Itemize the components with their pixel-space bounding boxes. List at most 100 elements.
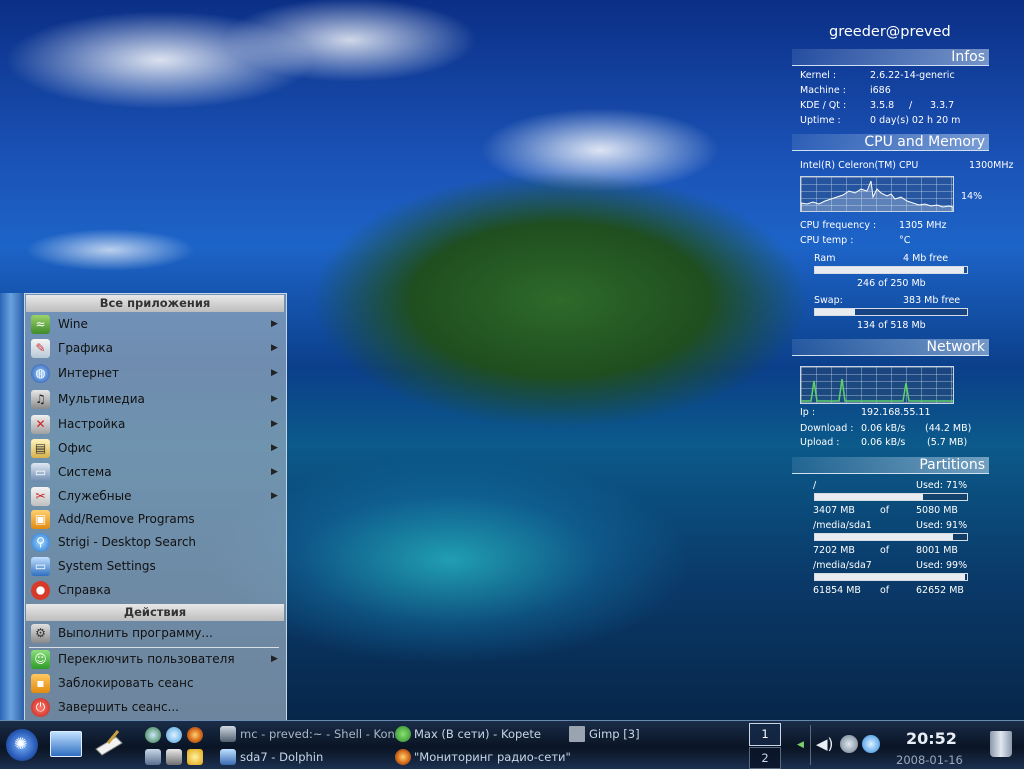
swap-usage-bar bbox=[814, 308, 968, 316]
menu-item-system[interactable]: ▭ Система ▶ bbox=[25, 461, 284, 484]
kmenu-button[interactable]: ✺ bbox=[6, 729, 38, 761]
quicklaunch-firefox-icon[interactable] bbox=[187, 727, 203, 743]
show-desktop-icon[interactable] bbox=[50, 731, 82, 757]
ram-free: 4 Mb free bbox=[903, 253, 949, 264]
desktop-pager-2[interactable]: 2 bbox=[749, 747, 781, 769]
system-settings-icon: ▭ bbox=[31, 557, 50, 576]
menu-item-label: Служебные bbox=[58, 489, 132, 503]
task-label: mc - preved:~ - Shell - Kons bbox=[240, 727, 401, 741]
dolphin-icon bbox=[220, 749, 236, 765]
menu-item-label: Add/Remove Programs bbox=[58, 512, 195, 526]
gear-icon: ⚙ bbox=[31, 624, 50, 643]
graphics-icon: ✎ bbox=[31, 339, 50, 358]
menu-item-help[interactable]: Справка bbox=[25, 579, 284, 602]
volume-icon[interactable]: ◀) bbox=[816, 735, 833, 753]
menu-item-add-remove-programs[interactable]: ▣ Add/Remove Programs bbox=[25, 508, 284, 531]
menu-item-label: System Settings bbox=[58, 559, 156, 573]
submenu-arrow-icon: ▶ bbox=[271, 491, 278, 501]
wine-icon: ≈ bbox=[31, 315, 50, 334]
kernel-value: 2.6.22-14-generic bbox=[870, 70, 955, 81]
quicklaunch-amarok-icon[interactable] bbox=[145, 727, 161, 743]
package-icon: ▣ bbox=[31, 510, 50, 529]
menu-item-label: Графика bbox=[58, 341, 113, 355]
submenu-arrow-icon: ▶ bbox=[271, 419, 278, 429]
desktop-number: 1 bbox=[761, 727, 769, 741]
partition-total: 5080 MB bbox=[916, 505, 958, 516]
uptime-value: 0 day(s) 02 h 20 m bbox=[870, 115, 961, 126]
menu-item-multimedia[interactable]: ♫ Мультимедиа ▶ bbox=[25, 388, 284, 411]
menu-item-settings[interactable]: ✕ Настройка ▶ bbox=[25, 413, 284, 436]
help-icon bbox=[31, 581, 50, 600]
partition-usage-bar bbox=[814, 533, 968, 541]
menu-header-all-apps: Все приложения bbox=[26, 295, 284, 312]
taskbar: ✺ mc - preved:~ - Shell - Kons Max (В се… bbox=[0, 720, 1024, 769]
menu-header-actions: Действия bbox=[26, 604, 284, 621]
menu-item-label: Интернет bbox=[58, 366, 120, 380]
task-firefox[interactable]: "Мониторинг радио-сети" bbox=[393, 747, 593, 767]
menu-item-internet[interactable]: ◍ Интернет ▶ bbox=[25, 362, 284, 385]
file-manager-launcher-icon[interactable] bbox=[94, 729, 124, 757]
quicklaunch-screenshot-icon[interactable] bbox=[166, 749, 182, 765]
task-kopete[interactable]: Max (В сети) - Kopete bbox=[393, 724, 558, 744]
task-gimp[interactable]: Gimp [3] bbox=[567, 724, 677, 744]
menu-item-utilities[interactable]: ✂ Служебные ▶ bbox=[25, 485, 284, 508]
cpu-temp-value: °C bbox=[899, 235, 911, 246]
tray-expand-arrow-icon[interactable]: ◀ bbox=[797, 740, 804, 750]
cpu-temp-label: CPU temp : bbox=[800, 235, 854, 246]
partition-used-percent: Used: 71% bbox=[916, 480, 968, 491]
kubuntu-logo-icon: ✺ bbox=[14, 734, 28, 753]
menu-item-label: Настройка bbox=[58, 417, 126, 431]
menu-item-office[interactable]: ▤ Офис ▶ bbox=[25, 437, 284, 460]
system-icon: ▭ bbox=[31, 463, 50, 482]
partition-of: of bbox=[880, 585, 890, 596]
partition-usage-fill bbox=[815, 574, 966, 580]
conky-cpu-memory-title: CPU and Memory bbox=[792, 134, 989, 151]
menu-item-run-program[interactable]: ⚙ Выполнить программу... bbox=[25, 622, 284, 645]
menu-item-label: Система bbox=[58, 465, 112, 479]
task-dolphin[interactable]: sda7 - Dolphin bbox=[218, 747, 388, 767]
quicklaunch-burn-icon[interactable] bbox=[187, 749, 203, 765]
partition-usage-bar bbox=[814, 493, 968, 501]
ram-label: Ram bbox=[814, 253, 836, 264]
menu-item-strigi-search[interactable]: ⚲ Strigi - Desktop Search bbox=[25, 531, 284, 554]
network-manager-icon[interactable] bbox=[840, 735, 858, 753]
menu-item-label: Wine bbox=[58, 317, 88, 331]
network-graph-line bbox=[801, 378, 953, 402]
machine-value: i686 bbox=[870, 85, 891, 96]
menu-item-graphics[interactable]: ✎ Графика ▶ bbox=[25, 337, 284, 360]
desktop-number: 2 bbox=[761, 751, 769, 765]
launcher-dock-strip bbox=[0, 293, 25, 720]
cpu-frequency-label: CPU frequency : bbox=[800, 220, 877, 231]
clock[interactable]: 20:52 2008-01-16 bbox=[892, 723, 972, 767]
trash-icon[interactable] bbox=[990, 731, 1012, 757]
machine-label: Machine : bbox=[800, 85, 846, 96]
partition-used-percent: Used: 91% bbox=[916, 520, 968, 531]
menu-item-wine[interactable]: ≈ Wine ▶ bbox=[25, 313, 284, 336]
logout-icon: ⏻ bbox=[31, 698, 50, 717]
internet-icon: ◍ bbox=[31, 364, 50, 383]
settings-tools-icon: ✕ bbox=[31, 415, 50, 434]
menu-item-lock-session[interactable]: ▪ Заблокировать сеанс bbox=[25, 672, 284, 695]
application-menu: Все приложения ≈ Wine ▶ ✎ Графика ▶ ◍ Ин… bbox=[24, 293, 287, 722]
ram-usage-fill bbox=[815, 267, 964, 273]
menu-item-logout[interactable]: ⏻ Завершить сеанс... bbox=[25, 696, 284, 719]
menu-item-switch-user[interactable]: ☺ Переключить пользователя ▶ bbox=[25, 648, 284, 671]
submenu-arrow-icon: ▶ bbox=[271, 443, 278, 453]
lock-icon: ▪ bbox=[31, 674, 50, 693]
quicklaunch-kopete-icon[interactable] bbox=[166, 727, 182, 743]
cpu-usage-graph bbox=[800, 176, 954, 212]
task-konsole[interactable]: mc - preved:~ - Shell - Kons bbox=[218, 724, 401, 744]
desktop-pager-1[interactable]: 1 bbox=[749, 723, 781, 746]
submenu-arrow-icon: ▶ bbox=[271, 368, 278, 378]
task-label: sda7 - Dolphin bbox=[240, 750, 324, 764]
kopete-icon bbox=[395, 726, 411, 742]
user-switch-icon: ☺ bbox=[31, 650, 50, 669]
partition-usage-fill bbox=[815, 534, 954, 540]
conky-user-host: greeder@preved bbox=[829, 24, 951, 40]
kopete-tray-icon[interactable] bbox=[862, 735, 880, 753]
upload-label: Upload : bbox=[800, 437, 840, 448]
partition-usage-bar bbox=[814, 573, 968, 581]
menu-item-system-settings[interactable]: ▭ System Settings bbox=[25, 555, 284, 578]
submenu-arrow-icon: ▶ bbox=[271, 654, 278, 664]
quicklaunch-terminal-icon[interactable] bbox=[145, 749, 161, 765]
